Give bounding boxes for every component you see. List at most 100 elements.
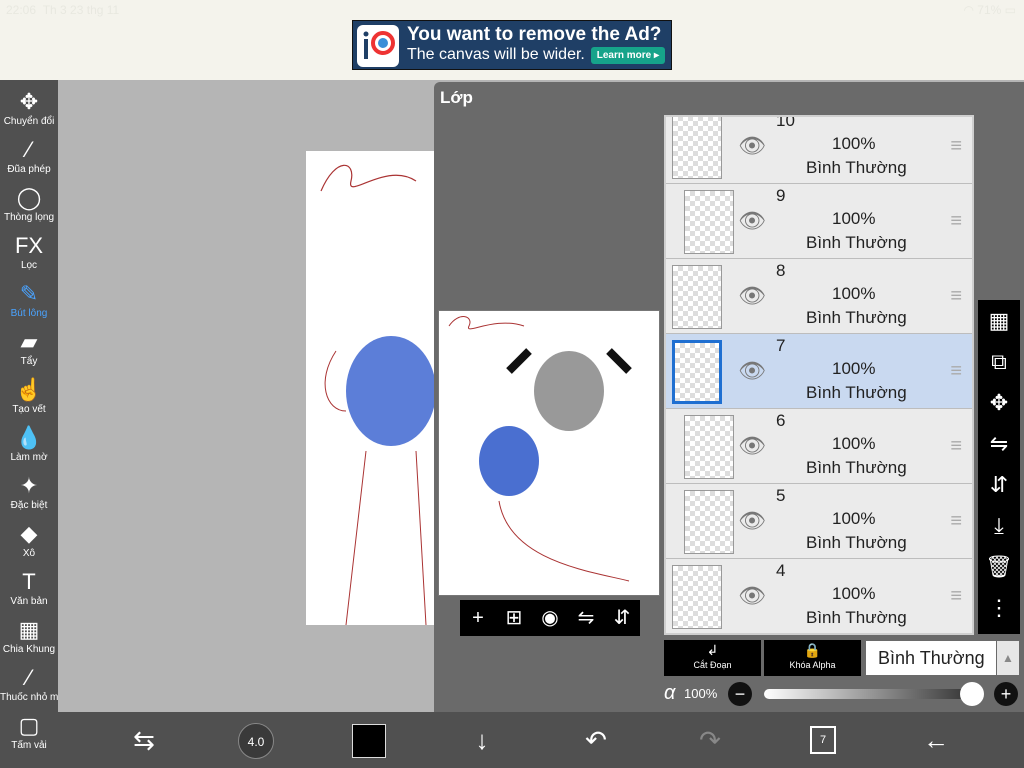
back-icon[interactable]: ← (916, 712, 956, 768)
redo-icon[interactable]: ↷ (690, 712, 730, 768)
color-picker-button[interactable] (352, 724, 386, 758)
brush-size-button[interactable]: 4.0 (238, 723, 274, 759)
layer-row[interactable]: 10 👁 100% Bình Thường ≡ (666, 115, 972, 184)
quick-tool-icon[interactable]: ⇆ (124, 712, 164, 768)
tool-blur[interactable]: 💧 Làm mờ (0, 424, 58, 472)
tool-fx[interactable]: FX Lọc (0, 232, 58, 280)
tool-eyedropper[interactable]: ⁄ Thuốc nhỏ mắt (0, 664, 67, 712)
tool-special[interactable]: ✦ Đặc biệt (0, 472, 58, 520)
opacity-increase-button[interactable]: + (994, 682, 1018, 706)
arrow-down-icon[interactable]: ↓ (462, 712, 502, 768)
blur-icon: 💧 (15, 425, 43, 450)
flip-vertical-icon[interactable]: ⇵ (604, 600, 640, 636)
layer-transform-icon[interactable]: ⧉ (978, 341, 1020, 382)
layer-thumbnail[interactable] (684, 490, 734, 554)
ad-banner[interactable]: You want to remove the Ad? The canvas wi… (352, 20, 672, 70)
tool-canvas[interactable]: ▢ Tấm vải (0, 712, 58, 760)
more-options-icon[interactable]: ⋮ (978, 587, 1020, 628)
flip-horizontal-icon[interactable]: ⇋ (568, 600, 604, 636)
opacity-slider[interactable] (764, 689, 972, 699)
layer-blend-mode: Bình Thường (806, 533, 907, 552)
bucket-icon: ◆ (20, 521, 38, 546)
layer-number: 6 (776, 411, 786, 430)
move-layer-icon[interactable]: ✥ (978, 382, 1020, 423)
duplicate-layer-icon[interactable]: ⊞ (496, 600, 532, 636)
layer-thumbnail[interactable] (684, 415, 734, 479)
layer-opacity: 100% (832, 209, 876, 228)
drag-handle-icon[interactable]: ≡ (950, 285, 962, 308)
drag-handle-icon[interactable]: ≡ (950, 360, 962, 383)
layer-thumbnail[interactable] (672, 340, 722, 404)
delete-layer-icon[interactable]: 🗑 (978, 546, 1020, 587)
layer-count-button[interactable]: 7 (810, 726, 836, 754)
layer-thumbnail[interactable] (672, 265, 722, 329)
tool-eraser[interactable]: ▰ Tẩy (0, 328, 58, 376)
layer-number: 5 (776, 486, 786, 505)
layer-row[interactable]: 9 👁 100% Bình Thường ≡ (666, 184, 972, 259)
visibility-eye-icon[interactable]: 👁 (738, 208, 766, 234)
ad-headline: You want to remove the Ad? (407, 24, 662, 45)
drawing-canvas[interactable] (306, 151, 436, 626)
layer-number: 9 (776, 186, 786, 205)
opacity-decrease-button[interactable]: − (728, 682, 752, 706)
drag-handle-icon[interactable]: ≡ (950, 210, 962, 233)
layer-list[interactable]: 10 👁 100% Bình Thường ≡ 9 👁 100% Bình Thường ≡ 8 👁 1… (664, 115, 974, 635)
frame-divider-icon: ▦ (18, 617, 40, 642)
visibility-eye-icon[interactable]: 👁 (738, 433, 766, 459)
tool-bucket[interactable]: ◆ Xô (0, 520, 58, 568)
tool-text[interactable]: T Văn bản (0, 568, 58, 616)
visibility-eye-icon[interactable]: 👁 (738, 283, 766, 309)
eraser-icon: ▰ (20, 329, 38, 354)
alpha-lock-button[interactable]: 🔒 Khóa Alpha (764, 640, 861, 676)
tool-label: Văn bản (10, 596, 48, 607)
tool-lasso[interactable]: ◯ Thòng lọng (0, 184, 58, 232)
clipping-button[interactable]: ↲ Cắt Đoạn (664, 640, 761, 676)
drag-handle-icon[interactable]: ≡ (950, 435, 962, 458)
drag-handle-icon[interactable]: ≡ (950, 510, 962, 533)
layer-opacity: 100% (832, 284, 876, 303)
learn-more-button[interactable]: Learn more ▸ (590, 47, 665, 64)
tool-label: Đũa phép (7, 164, 51, 175)
layer-blend-mode: Bình Thường (806, 383, 907, 402)
layer-thumbnail[interactable] (672, 117, 722, 179)
undo-icon[interactable]: ↶ (576, 712, 616, 768)
tool-frame-divider[interactable]: ▦ Chia Khung (0, 616, 58, 664)
layer-row[interactable]: 8 👁 100% Bình Thường ≡ (666, 259, 972, 334)
blend-mode-select[interactable]: Bình Thường (866, 641, 996, 675)
opacity-row: α 100% − + (664, 680, 1020, 708)
layer-thumbnail[interactable] (672, 565, 722, 629)
tool-label: Tấm vải (11, 740, 47, 751)
layer-row[interactable]: 4 👁 100% Bình Thường ≡ (666, 559, 972, 633)
move-icon: ✥ (19, 89, 39, 114)
layer-preview (438, 310, 660, 596)
layer-blend-mode: Bình Thường (806, 158, 907, 177)
merge-down-icon[interactable]: ⤓ (978, 505, 1020, 546)
drag-handle-icon[interactable]: ≡ (950, 135, 962, 158)
visibility-eye-icon[interactable]: 👁 (738, 133, 766, 159)
layer-thumbnail[interactable] (684, 190, 734, 254)
layer-number: 10 (776, 115, 795, 130)
fx-icon: FX (14, 233, 44, 258)
blend-mode-arrow-icon[interactable]: ▲ (997, 641, 1019, 675)
visibility-eye-icon[interactable]: 👁 (738, 358, 766, 384)
visibility-eye-icon[interactable]: 👁 (738, 583, 766, 609)
add-layer-icon[interactable]: + (460, 600, 496, 636)
visibility-eye-icon[interactable]: 👁 (738, 508, 766, 534)
layer-row[interactable]: 5 👁 100% Bình Thường ≡ (666, 484, 972, 559)
drag-handle-icon[interactable]: ≡ (950, 585, 962, 608)
tool-brush[interactable]: ✎ Bút lông (0, 280, 58, 328)
tool-smudge[interactable]: ☝ Tạo vết (0, 376, 58, 424)
transparent-layer-icon[interactable]: ▦ (978, 300, 1020, 341)
panel-title: Lớp (440, 88, 473, 107)
flip-layer-vertical-icon[interactable]: ⇵ (978, 464, 1020, 505)
battery-level: 71% (977, 3, 1002, 17)
tool-move[interactable]: ✥ Chuyển đổi (0, 88, 58, 136)
camera-icon[interactable]: ◉ (532, 600, 568, 636)
layer-number: 4 (776, 561, 786, 580)
layer-row[interactable]: 6 👁 100% Bình Thường ≡ (666, 409, 972, 484)
opacity-slider-knob[interactable] (960, 682, 984, 706)
tool-label: Tạo vết (12, 404, 46, 415)
flip-layer-horizontal-icon[interactable]: ⇋ (978, 423, 1020, 464)
tool-magic-wand[interactable]: ⁄ Đũa phép (0, 136, 58, 184)
layer-row[interactable]: 7 👁 100% Bình Thường ≡ (666, 334, 972, 409)
